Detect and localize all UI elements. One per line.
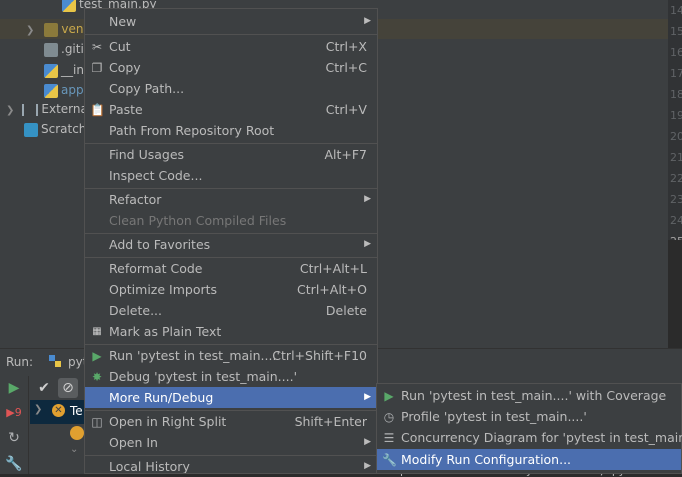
line-number: 16 — [670, 46, 682, 59]
line-number: 22 — [670, 172, 682, 185]
menu-item-delete[interactable]: Delete... Delete — [85, 300, 377, 321]
line-number: 21 — [670, 151, 682, 164]
submenu-item-concurrency-diagram[interactable]: ☰ Concurrency Diagram for 'pytest in tes… — [377, 427, 682, 448]
submenu-arrow-icon: ▶ — [364, 239, 371, 249]
editor-area — [668, 240, 682, 348]
tree-item-init[interactable]: __ini — [44, 60, 87, 80]
line-number: 23 — [670, 193, 682, 206]
concurrency-icon: ☰ — [383, 431, 395, 445]
scratches-icon — [24, 122, 38, 137]
gitignore-file-icon — [44, 42, 58, 57]
context-menu: New ▶ ✂ Cut Ctrl+X ❐ Copy Ctrl+C Copy Pa… — [84, 8, 378, 474]
menu-item-path-from-repo-root[interactable]: Path From Repository Root — [85, 120, 377, 141]
run-left-toolbar: ▶ ▶9 ↻ 🔧 — [0, 376, 29, 474]
rerun-failed-icon[interactable]: ▶9 — [4, 403, 24, 423]
tree-item-venv[interactable]: ❯ venv — [26, 19, 91, 39]
menu-item-add-to-favorites[interactable]: Add to Favorites ▶ — [85, 234, 377, 255]
menu-separator — [85, 34, 377, 35]
check-icon[interactable]: ✔ — [34, 378, 54, 398]
menu-item-refactor[interactable]: Refactor ▶ — [85, 189, 377, 210]
paste-icon: 📋 — [90, 103, 105, 117]
chevron-down-icon[interactable]: ⌄ — [70, 444, 78, 455]
menu-item-open-right-split[interactable]: ◫ Open in Right Split Shift+Enter — [85, 411, 377, 432]
test-tree-row[interactable]: ❯ ✕ Te — [30, 400, 84, 424]
line-number: 19 — [670, 109, 682, 122]
python-run-icon — [48, 354, 62, 368]
menu-item-mark-plain-text[interactable]: ▦ Mark as Plain Text — [85, 321, 377, 342]
test-failed-icon — [70, 426, 84, 440]
menu-item-copy[interactable]: ❐ Copy Ctrl+C — [85, 57, 377, 78]
ignored-filter-icon[interactable]: ⊘ — [58, 378, 78, 398]
menu-item-paste[interactable]: 📋 Paste Ctrl+V — [85, 99, 377, 120]
python-file-icon — [44, 83, 58, 98]
submenu-arrow-icon: ▶ — [364, 437, 371, 447]
submenu-arrow-icon: ▶ — [364, 392, 371, 402]
line-number: 14 — [670, 4, 682, 17]
test-failed-icon: ✕ — [52, 404, 65, 417]
editor-gutter: 14 15 16 17 18 19 20 21 22 23 24 25 — [668, 0, 682, 248]
submenu-arrow-icon: ▶ — [364, 194, 371, 204]
submenu-item-run-coverage[interactable]: ▶ Run 'pytest in test_main....' with Cov… — [377, 385, 681, 406]
submenu-arrow-icon: ▶ — [364, 461, 371, 471]
submenu-item-modify-run-config[interactable]: 🔧 Modify Run Configuration... — [377, 449, 681, 470]
split-icon: ◫ — [91, 415, 103, 429]
rerun-icon[interactable]: ▶ — [4, 378, 24, 398]
menu-item-inspect-code[interactable]: Inspect Code... — [85, 165, 377, 186]
menu-item-cut[interactable]: ✂ Cut Ctrl+X — [85, 36, 377, 57]
run-icon: ▶ — [92, 349, 102, 363]
menu-item-open-in[interactable]: Open In ▶ — [85, 432, 377, 453]
menu-item-run[interactable]: ▶ Run 'pytest in test_main....' Ctrl+Shi… — [85, 345, 377, 366]
line-number: 20 — [670, 130, 682, 143]
wrench-icon: 🔧 — [382, 453, 397, 467]
settings-wrench-icon[interactable]: 🔧 — [4, 454, 24, 474]
test-tree-label: Te — [70, 404, 83, 418]
run-coverage-icon: ▶ — [384, 389, 394, 403]
library-icon — [22, 103, 39, 116]
toggle-auto-test-icon[interactable]: ↻ — [4, 428, 24, 448]
run-title: Run: — [6, 355, 34, 369]
menu-item-optimize-imports[interactable]: Optimize Imports Ctrl+Alt+O — [85, 279, 377, 300]
menu-item-local-history[interactable]: Local History ▶ — [85, 456, 377, 473]
menu-item-clean-compiled[interactable]: Clean Python Compiled Files — [85, 210, 377, 231]
line-number: 24 — [670, 214, 682, 227]
more-run-debug-submenu: ▶ Run 'pytest in test_main....' with Cov… — [376, 383, 682, 474]
copy-icon: ❐ — [91, 61, 103, 75]
line-number: 17 — [670, 67, 682, 80]
plain-text-icon: ▦ — [92, 326, 102, 337]
python-file-icon — [62, 0, 76, 12]
submenu-item-profile[interactable]: ◷ Profile 'pytest in test_main....' — [377, 406, 681, 427]
menu-item-reformat-code[interactable]: Reformat Code Ctrl+Alt+L — [85, 258, 377, 279]
menu-item-copy-path[interactable]: Copy Path... — [85, 78, 377, 99]
tree-item-apps[interactable]: apps — [44, 80, 90, 100]
line-number: 18 — [670, 88, 682, 101]
chevron-right-icon[interactable]: ❯ — [26, 25, 34, 36]
run-panel-toolbar: ✔ ⊘ — [30, 376, 84, 400]
line-number: 15 — [670, 25, 682, 38]
profile-icon: ◷ — [383, 410, 395, 424]
menu-item-debug[interactable]: ✸ Debug 'pytest in test_main....' — [85, 366, 377, 387]
menu-item-new[interactable]: New ▶ — [85, 11, 377, 32]
python-file-icon — [44, 63, 58, 78]
debug-icon: ✸ — [91, 370, 103, 384]
chevron-down-icon[interactable]: ❯ — [34, 404, 42, 415]
scissors-icon: ✂ — [91, 40, 103, 54]
menu-item-more-run-debug[interactable]: More Run/Debug ▶ — [85, 387, 377, 408]
chevron-right-icon[interactable]: ❯ — [6, 105, 14, 116]
folder-icon — [44, 22, 59, 37]
tree-item-external-libraries[interactable]: ❯ External — [6, 99, 91, 119]
menu-item-find-usages[interactable]: Find Usages Alt+F7 — [85, 144, 377, 165]
submenu-arrow-icon: ▶ — [364, 16, 371, 26]
